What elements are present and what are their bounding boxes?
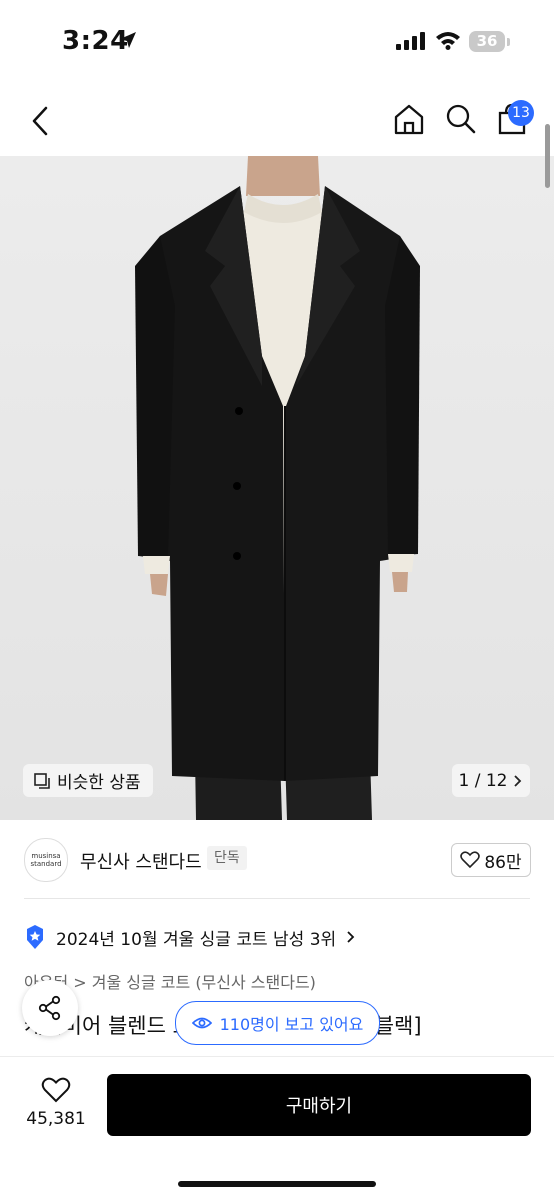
share-icon (38, 995, 61, 1021)
similar-products-button[interactable]: 비슷한 상품 (23, 764, 153, 797)
brand-logo[interactable]: musinsa standard (24, 838, 68, 882)
chevron-right-icon (514, 774, 522, 787)
viewers-text: 110명이 보고 있어요 (219, 1015, 364, 1034)
brand-like-button[interactable]: 86만 (451, 843, 531, 877)
buy-button[interactable]: 구매하기 (107, 1074, 531, 1136)
similar-items-icon (34, 772, 50, 789)
home-icon[interactable] (392, 102, 426, 136)
battery-level: 36 (476, 32, 498, 50)
wishlist-count: 45,381 (26, 1109, 86, 1129)
heart-icon (460, 851, 481, 869)
image-counter: 1 / 12 (458, 770, 508, 791)
divider (24, 898, 530, 899)
ranking-text: 2024년 10월 겨울 싱글 코트 남성 3위 (56, 929, 337, 950)
eye-icon (191, 1017, 212, 1029)
brand-like-count: 86만 (484, 852, 522, 873)
similar-products-label: 비슷한 상품 (57, 773, 141, 793)
brand-row[interactable]: musinsa standard 무신사 스탠다드 단독 86만 (0, 830, 554, 890)
location-arrow-icon (120, 32, 136, 48)
wishlist-button[interactable]: 45,381 (20, 1075, 92, 1139)
back-icon[interactable] (26, 104, 56, 138)
brand-logo-line2: standard (30, 860, 62, 868)
chevron-right-icon (347, 931, 355, 943)
search-icon[interactable] (444, 102, 478, 136)
battery-icon: 36 (469, 31, 505, 52)
coat-model-image (0, 156, 554, 820)
viewers-badge: 110명이 보고 있어요 (175, 1001, 380, 1045)
nav-bar (0, 84, 554, 156)
cellular-signal-icon (396, 32, 425, 50)
image-counter-button[interactable]: 1 / 12 (452, 764, 530, 797)
cart-count-badge: 13 (508, 100, 534, 126)
ranking-badge-icon (27, 925, 43, 949)
share-button[interactable] (22, 980, 78, 1036)
ranking-link[interactable]: 2024년 10월 겨울 싱글 코트 남성 3위 (24, 924, 356, 950)
brand-logo-line1: musinsa (31, 852, 61, 860)
heart-icon (41, 1077, 71, 1103)
exclusive-badge: 단독 (207, 846, 247, 870)
wifi-icon (436, 32, 460, 50)
battery-cap (507, 38, 510, 46)
home-indicator (178, 1181, 376, 1187)
scrollbar[interactable] (545, 124, 550, 188)
status-bar: 3:24 36 (0, 0, 554, 84)
product-image[interactable] (0, 156, 554, 820)
bottom-purchase-bar: 45,381 구매하기 (0, 1056, 554, 1201)
brand-name[interactable]: 무신사 스탠다드 (80, 848, 202, 874)
